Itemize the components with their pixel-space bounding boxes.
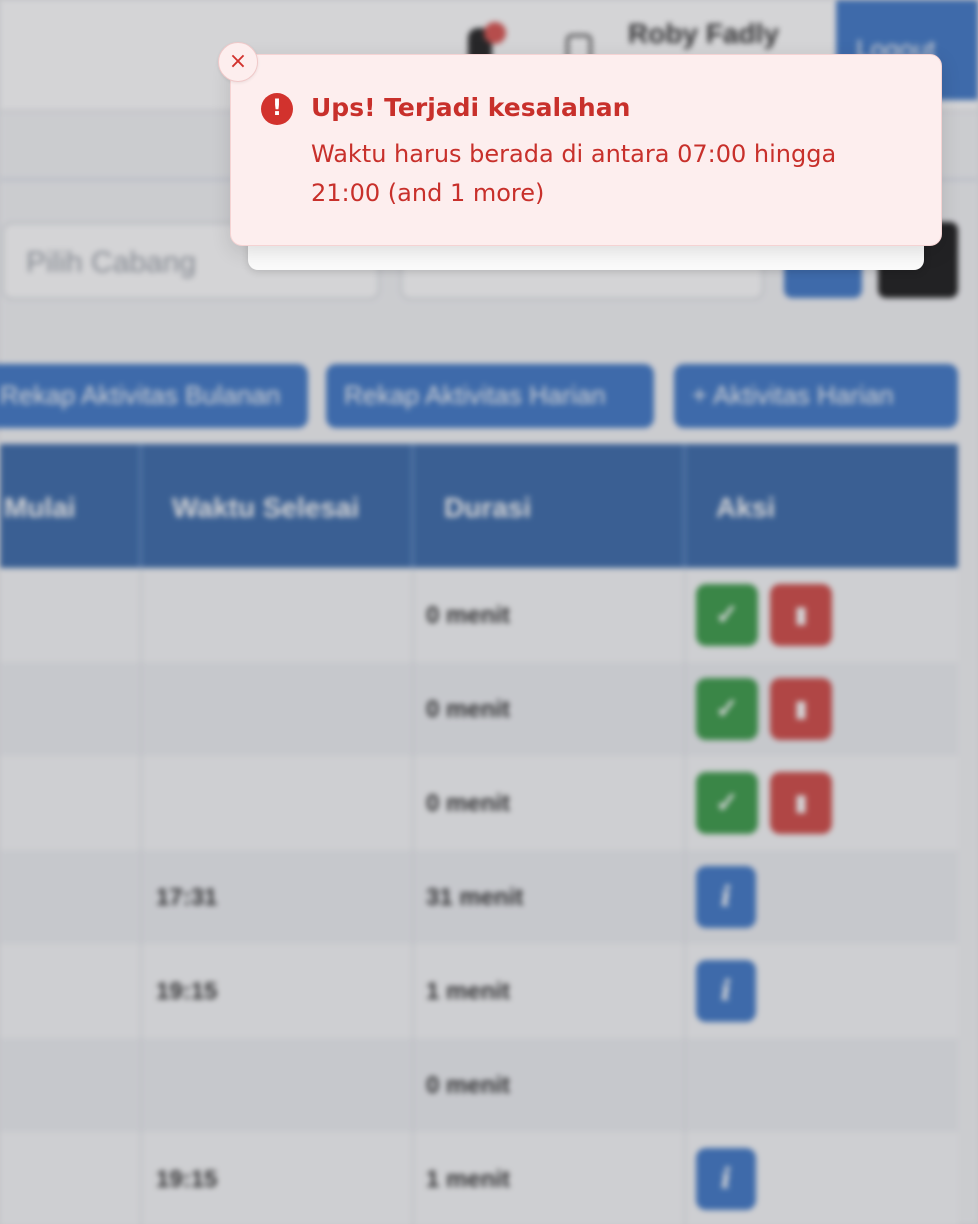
info-icon[interactable]: i xyxy=(696,960,756,1022)
cell-durasi: 0 menit xyxy=(414,568,686,662)
table-row: 19:15 1 menit i xyxy=(0,1132,958,1224)
add-aktivitas-harian-button[interactable]: + Aktivitas Harian xyxy=(674,364,958,428)
cell-durasi: 31 menit xyxy=(414,850,686,944)
table-row: 17:31 31 menit i xyxy=(0,850,958,944)
cell-durasi: 0 menit xyxy=(414,756,686,850)
table-body: 0 menit ✓ ▮ 0 menit ✓ ▮ 0 menit ✓ ▮ 17:31 31 menit… xyxy=(0,568,958,1224)
toast-title: Ups! Terjadi kesalahan xyxy=(311,93,631,122)
table-row: 19:15 1 menit i xyxy=(0,944,958,1038)
info-icon[interactable]: i xyxy=(696,866,756,928)
column-header-durasi: Durasi xyxy=(414,444,686,568)
cell-mulai xyxy=(0,1038,142,1132)
table-row: 0 menit ✓ ▮ xyxy=(0,662,958,756)
cell-mulai xyxy=(0,568,142,662)
cell-mulai xyxy=(0,756,142,850)
cell-aksi: ✓ ▮ xyxy=(686,568,958,662)
rekap-harian-button[interactable]: Rekap Aktivitas Harian xyxy=(326,364,654,428)
delete-trash-icon[interactable]: ▮ xyxy=(770,678,832,740)
cell-mulai xyxy=(0,1132,142,1224)
activity-table: Mulai Waktu Selesai Durasi Aksi 0 menit ✓… xyxy=(0,444,958,1224)
cell-waktu-selesai: 17:31 xyxy=(142,850,414,944)
error-icon: ! xyxy=(261,93,293,125)
cell-waktu-selesai: 19:15 xyxy=(142,944,414,1038)
column-header-waktu-selesai: Waktu Selesai xyxy=(142,444,414,568)
cell-aksi xyxy=(686,1038,958,1132)
cell-mulai xyxy=(0,850,142,944)
cell-aksi: i xyxy=(686,850,958,944)
cell-mulai xyxy=(0,662,142,756)
cell-durasi: 0 menit xyxy=(414,662,686,756)
toast-message: Waktu harus berada di antara 07:00 hingg… xyxy=(311,140,837,207)
info-icon[interactable]: i xyxy=(696,1148,756,1210)
approve-check-icon[interactable]: ✓ xyxy=(696,678,758,740)
cell-aksi: ✓ ▮ xyxy=(686,662,958,756)
column-header-mulai: Mulai xyxy=(0,444,142,568)
table-header: Mulai Waktu Selesai Durasi Aksi xyxy=(0,444,958,568)
delete-trash-icon[interactable]: ▮ xyxy=(770,772,832,834)
cell-waktu-selesai xyxy=(142,1038,414,1132)
cell-waktu-selesai xyxy=(142,662,414,756)
cell-durasi: 1 menit xyxy=(414,1132,686,1224)
rekap-bulanan-button[interactable]: Rekap Aktivitas Bulanan xyxy=(0,364,308,428)
cell-aksi: i xyxy=(686,944,958,1038)
table-row: 0 menit ✓ ▮ xyxy=(0,568,958,662)
user-name: Roby Fadly xyxy=(628,18,779,49)
notification-badge xyxy=(484,22,506,44)
cell-mulai xyxy=(0,944,142,1038)
column-header-aksi: Aksi xyxy=(716,492,776,523)
table-row: 0 menit ✓ ▮ xyxy=(0,756,958,850)
approve-check-icon[interactable]: ✓ xyxy=(696,772,758,834)
delete-trash-icon[interactable]: ▮ xyxy=(770,584,832,646)
close-icon[interactable]: × xyxy=(218,42,258,82)
cell-durasi: 0 menit xyxy=(414,1038,686,1132)
cell-waktu-selesai xyxy=(142,756,414,850)
cell-durasi: 1 menit xyxy=(414,944,686,1038)
table-row: 0 menit xyxy=(0,1038,958,1132)
error-toast: ! Ups! Terjadi kesalahan Waktu harus ber… xyxy=(230,54,942,246)
cell-aksi: ✓ ▮ xyxy=(686,756,958,850)
cell-aksi: i xyxy=(686,1132,958,1224)
cell-waktu-selesai xyxy=(142,568,414,662)
cell-waktu-selesai: 19:15 xyxy=(142,1132,414,1224)
approve-check-icon[interactable]: ✓ xyxy=(696,584,758,646)
